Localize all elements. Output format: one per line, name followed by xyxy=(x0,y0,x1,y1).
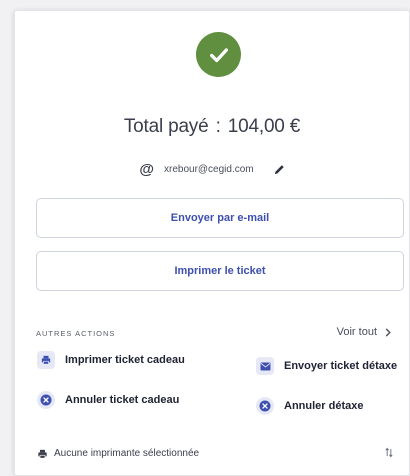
cancel-gift-ticket-action[interactable]: Annuler ticket cadeau xyxy=(37,391,187,409)
success-check-icon xyxy=(196,32,241,77)
edit-pencil-icon[interactable] xyxy=(274,164,285,175)
chevron-right-icon xyxy=(385,327,391,337)
cancel-icon xyxy=(37,391,55,409)
printer-icon xyxy=(38,449,47,458)
mail-icon xyxy=(256,357,274,375)
cancel-gift-ticket-label: Annuler ticket cadeau xyxy=(65,393,180,406)
at-sign-icon: @ xyxy=(139,161,154,178)
other-actions-title: AUTRES ACTIONS xyxy=(36,329,116,338)
payment-confirmation-card: Total payé : 104,00 € @ xrebour@cegid.co… xyxy=(14,10,410,476)
printer-status-label: Aucune imprimante sélectionnée xyxy=(54,448,200,459)
total-separator: : xyxy=(215,116,221,137)
print-gift-ticket-label: Imprimer ticket cadeau xyxy=(65,353,185,366)
total-label: Total payé xyxy=(123,116,209,137)
see-all-label: Voir tout xyxy=(336,326,377,338)
total-amount: 104,00 € xyxy=(227,116,301,137)
send-tax-free-ticket-action[interactable]: Envoyer ticket détaxe xyxy=(256,357,397,375)
printer-status[interactable]: Aucune imprimante sélectionnée xyxy=(37,448,199,459)
customer-email-row: @ xrebour@cegid.com xyxy=(15,161,409,178)
send-tax-free-ticket-label: Envoyer ticket détaxe xyxy=(284,359,398,372)
sort-arrows-icon[interactable] xyxy=(385,447,393,461)
cancel-tax-free-action[interactable]: Annuler détaxe xyxy=(256,397,363,415)
print-ticket-button[interactable]: Imprimer le ticket xyxy=(36,251,404,291)
cancel-tax-free-label: Annuler détaxe xyxy=(284,399,364,412)
printer-icon xyxy=(37,351,55,369)
print-gift-ticket-action[interactable]: Imprimer ticket cadeau xyxy=(37,351,187,369)
see-all-link[interactable]: Voir tout xyxy=(337,326,391,338)
send-email-button[interactable]: Envoyer par e-mail xyxy=(36,198,404,238)
customer-email: xrebour@cegid.com xyxy=(164,164,254,175)
total-paid: Total payé : 104,00 € xyxy=(15,116,409,138)
cancel-icon xyxy=(256,397,274,415)
